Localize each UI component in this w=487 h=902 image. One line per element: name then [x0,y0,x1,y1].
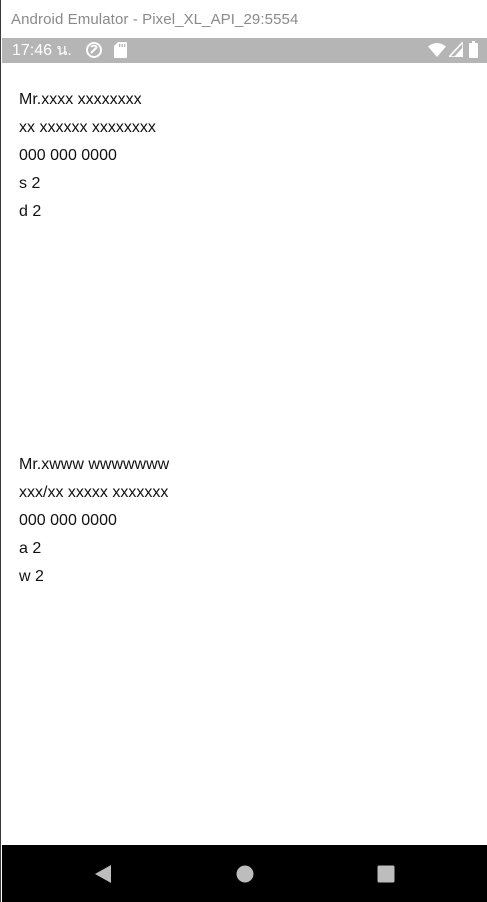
navigation-bar [2,845,487,902]
contact-name: Mr.xxxx xxxxxxxx [19,91,142,108]
app-content[interactable]: Mr.xxxx xxxxxxxx xx xxxxxx xxxxxxxx 000 … [2,63,487,845]
emulator-window: Android Emulator - Pixel_XL_API_29:5554 … [0,0,487,902]
battery-icon [469,41,478,58]
contact-phone: 000 000 0000 [19,147,117,164]
cellular-signal-icon [449,42,463,57]
contact-card-1[interactable]: Mr.xxxx xxxxxxxx xx xxxxxx xxxxxxxx 000 … [19,86,156,226]
status-time: 17:46 น. [12,42,72,59]
contact-address: xxx/xx xxxxx xxxxxxx [19,484,169,501]
contact-name: Mr.xwww wwwwwww [19,456,170,473]
back-icon[interactable] [93,864,113,884]
window-title-bar[interactable]: Android Emulator - Pixel_XL_API_29:5554 [1,0,487,38]
home-icon[interactable] [235,864,255,884]
contact-address: xx xxxxxx xxxxxxxx [19,119,156,136]
contact-phone: 000 000 0000 [19,512,117,529]
window-title: Android Emulator - Pixel_XL_API_29:5554 [11,10,299,28]
sd-card-icon [114,42,127,58]
status-bar: 17:46 น. [2,38,487,63]
contact-detail: a 2 [19,540,42,557]
contact-detail: w 2 [19,568,44,585]
contact-card-2[interactable]: Mr.xwww wwwwwww xxx/xx xxxxx xxxxxxx 000… [19,451,169,591]
wifi-icon [428,43,446,57]
sync-disabled-icon [86,42,102,58]
contact-detail: s 2 [19,175,41,192]
contact-detail: d 2 [19,203,42,220]
recents-icon[interactable] [376,864,396,884]
